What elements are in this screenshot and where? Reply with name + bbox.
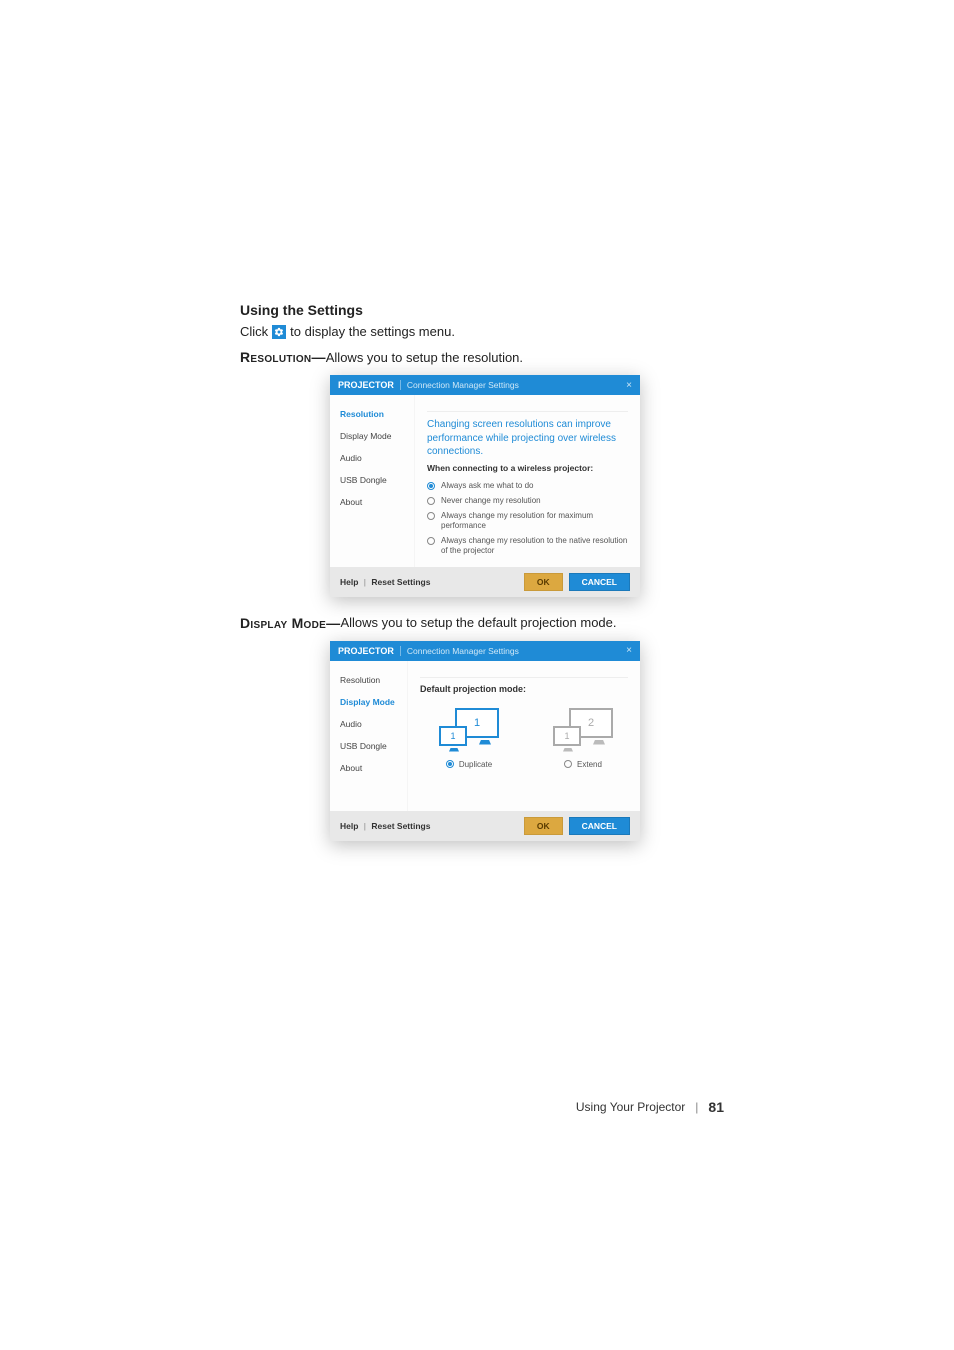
sidebar-item-usb-dongle[interactable]: USB Dongle — [330, 735, 407, 757]
radio-max-performance[interactable]: Always change my resolution for maximum … — [427, 511, 628, 531]
display-mode-dialog: PROJECTOR Connection Manager Settings × … — [330, 641, 640, 841]
sidebar-item-about[interactable]: About — [330, 491, 414, 513]
sidebar-item-resolution[interactable]: Resolution — [330, 669, 407, 691]
close-icon[interactable]: × — [626, 380, 632, 391]
sidebar-item-audio[interactable]: Audio — [330, 447, 414, 469]
dialog-title-bold: PROJECTOR — [338, 646, 394, 656]
click-text: Click — [240, 324, 268, 339]
resolution-dialog: PROJECTOR Connection Manager Settings × … — [330, 375, 640, 597]
dialog-titlebar: PROJECTOR Connection Manager Settings × — [330, 641, 640, 661]
ok-button[interactable]: OK — [524, 817, 563, 835]
ok-button[interactable]: OK — [524, 573, 563, 591]
sidebar-item-display-mode[interactable]: Display Mode — [330, 425, 414, 447]
resolution-headline: Changing screen resolutions can improve … — [427, 418, 628, 459]
reset-settings-link[interactable]: Reset Settings — [371, 577, 430, 587]
radio-native-resolution[interactable]: Always change my resolution to the nativ… — [427, 536, 628, 556]
radio-never-change[interactable]: Never change my resolution — [427, 496, 628, 506]
cancel-button[interactable]: CANCEL — [569, 573, 630, 591]
cancel-button[interactable]: CANCEL — [569, 817, 630, 835]
dialog-sidebar: Resolution Display Mode Audio USB Dongle… — [330, 395, 415, 567]
sidebar-item-about[interactable]: About — [330, 757, 407, 779]
click-rest: to display the settings menu. — [290, 324, 455, 339]
option-extend[interactable]: 2 1 Extend — [538, 708, 628, 769]
display-mode-headline: Default projection mode: — [420, 684, 628, 694]
dialog-subtitle: Connection Manager Settings — [407, 646, 519, 656]
dialog-subtitle: Connection Manager Settings — [407, 380, 519, 390]
display-mode-desc: Allows you to setup the default projecti… — [340, 615, 616, 630]
resolution-label: Resolution— — [240, 349, 326, 365]
help-link[interactable]: Help — [340, 821, 358, 831]
using-settings-heading: Using the Settings — [240, 302, 730, 318]
sidebar-item-audio[interactable]: Audio — [330, 713, 407, 735]
sidebar-item-usb-dongle[interactable]: USB Dongle — [330, 469, 414, 491]
dialog-sidebar: Resolution Display Mode Audio USB Dongle… — [330, 661, 408, 811]
help-link[interactable]: Help — [340, 577, 358, 587]
page-number: 81 — [708, 1099, 724, 1115]
dialog-titlebar: PROJECTOR Connection Manager Settings × — [330, 375, 640, 395]
sidebar-item-display-mode[interactable]: Display Mode — [330, 691, 407, 713]
radio-always-ask[interactable]: Always ask me what to do — [427, 481, 628, 491]
resolution-desc: Allows you to setup the resolution. — [326, 350, 523, 365]
page-footer: Using Your Projector | 81 — [576, 1099, 724, 1115]
reset-settings-link[interactable]: Reset Settings — [371, 821, 430, 831]
resolution-subhead: When connecting to a wireless projector: — [427, 463, 628, 473]
dialog-title-bold: PROJECTOR — [338, 380, 394, 390]
close-icon[interactable]: × — [626, 645, 632, 656]
sidebar-item-resolution[interactable]: Resolution — [330, 403, 414, 425]
gear-icon — [272, 325, 286, 339]
footer-text: Using Your Projector — [576, 1100, 685, 1114]
display-mode-label: Display Mode— — [240, 615, 340, 631]
option-duplicate[interactable]: 1 1 Duplicate — [424, 708, 514, 769]
